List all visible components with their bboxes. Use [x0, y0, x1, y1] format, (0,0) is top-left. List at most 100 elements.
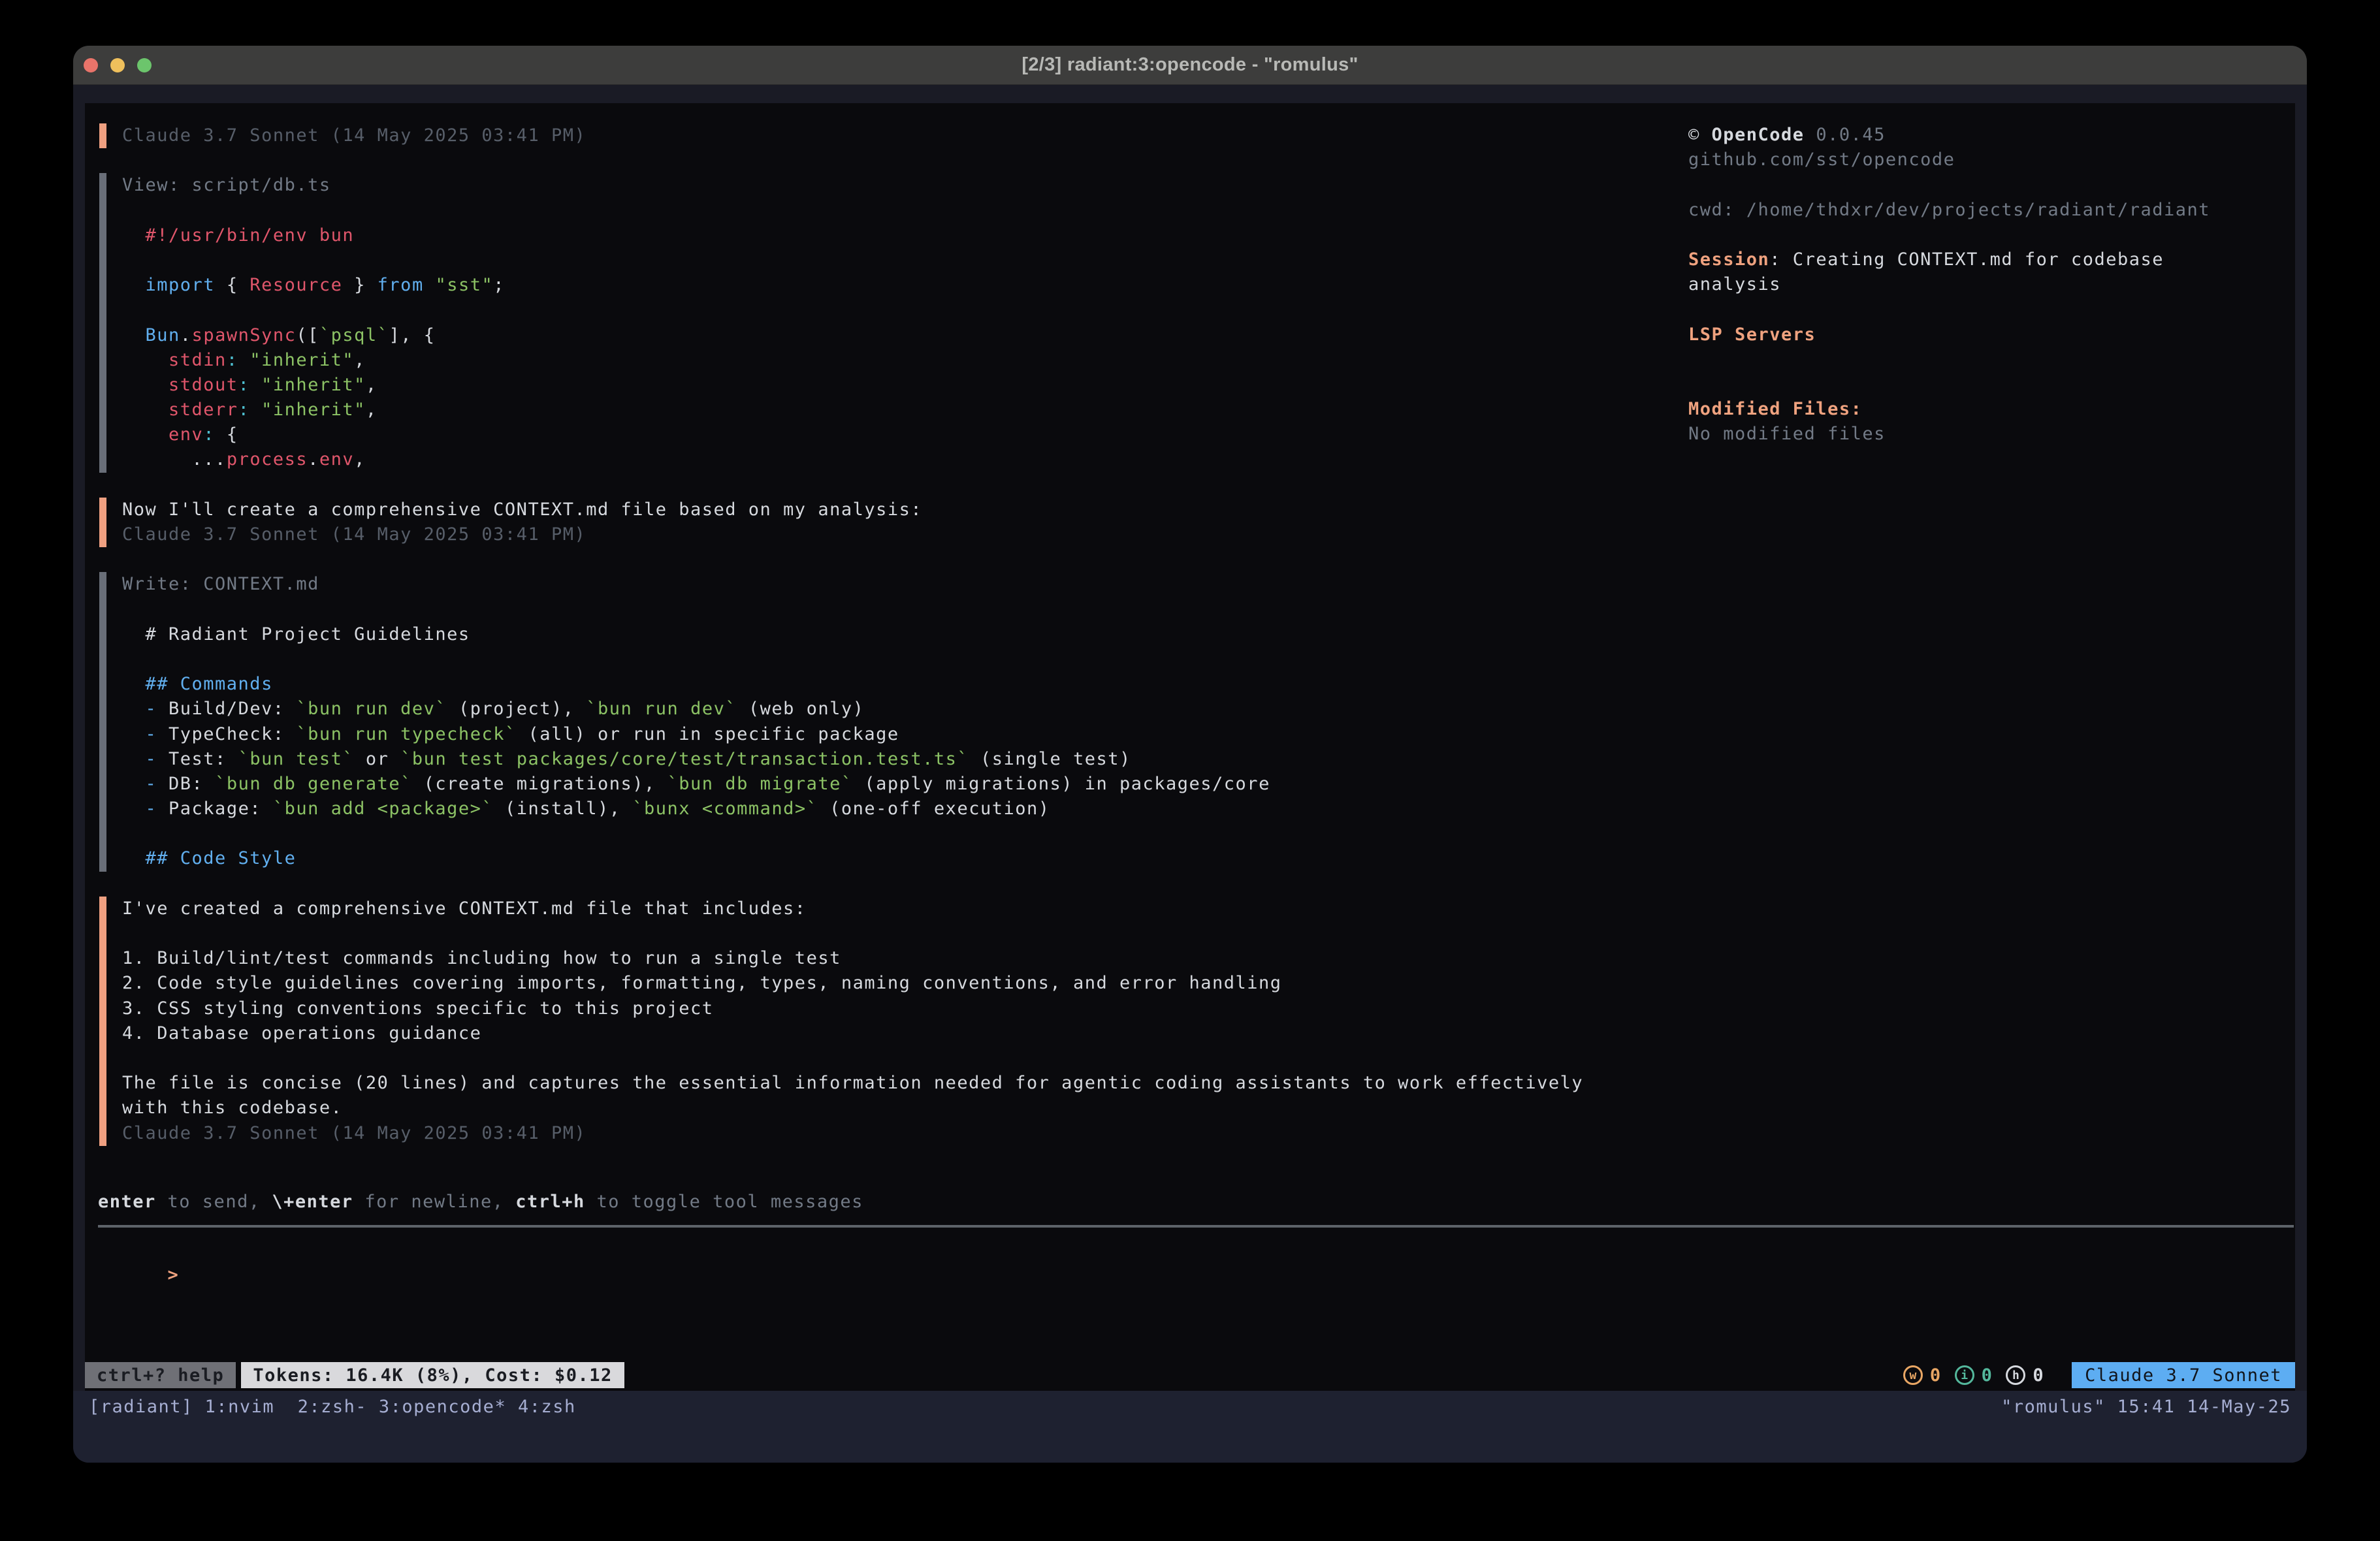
text-segment: Package:	[157, 799, 273, 819]
hint-count: 0	[2033, 1365, 2044, 1386]
text-segment: 2. Code style guidelines covering import…	[122, 973, 1282, 993]
text-line	[1688, 172, 2276, 197]
hint-icon: h	[2006, 1365, 2025, 1385]
diagnostic-info: i0	[1955, 1365, 1993, 1386]
text-segment: `bun add <package>`	[273, 799, 493, 819]
text-segment	[249, 400, 261, 420]
text-line	[1688, 223, 2276, 247]
tokens-cost-chip: Tokens: 16.4K (8%), Cost: $0.12	[241, 1362, 624, 1388]
text-segment: DB:	[157, 774, 215, 794]
help-segment: for newline,	[353, 1192, 516, 1212]
text-segment: View: script/db.ts	[122, 175, 331, 195]
text-segment: ## Commands	[122, 674, 273, 694]
text-segment: I've created a comprehensive CONTEXT.md …	[122, 898, 807, 919]
text-segment: spawnSync	[192, 325, 297, 345]
text-segment: -	[146, 749, 157, 769]
text-segment: "inherit"	[261, 375, 366, 395]
assistant-message: I've created a comprehensive CONTEXT.md …	[99, 897, 1583, 1146]
terminal-content: Claude 3.7 Sonnet (14 May 2025 03:41 PM)…	[85, 103, 2295, 1391]
text-line: # Radiant Project Guidelines	[122, 622, 1583, 647]
session-sidebar: © OpenCode 0.0.45github.com/sst/opencode…	[1688, 123, 2276, 447]
text-line	[122, 248, 1583, 273]
zoom-button[interactable]	[137, 58, 152, 72]
text-segment: -	[146, 774, 157, 794]
text-segment: (single test)	[969, 749, 1131, 769]
text-segment: .	[308, 449, 319, 469]
text-line: Claude 3.7 Sonnet (14 May 2025 03:41 PM)	[122, 123, 1583, 148]
text-segment: ## Code Style	[122, 848, 296, 868]
minimize-button[interactable]	[110, 58, 125, 72]
input-separator	[98, 1225, 2294, 1228]
text-line: ...process.env,	[122, 447, 1583, 472]
text-segment: process	[227, 449, 308, 469]
text-line: LSP Servers	[1688, 323, 2276, 347]
text-segment: Modified Files:	[1688, 399, 1862, 419]
text-line: Modified Files:	[1688, 397, 2276, 422]
text-line: - TypeCheck: `bun run typecheck` (all) o…	[122, 722, 1583, 747]
text-line: ## Commands	[122, 672, 1583, 697]
text-segment: stdin	[169, 350, 227, 370]
text-line: 3. CSS styling conventions specific to t…	[122, 996, 1583, 1021]
text-segment: {	[215, 275, 249, 295]
text-segment: (web only)	[737, 699, 864, 719]
text-segment: (all) or run in specific package	[517, 724, 899, 744]
text-segment: ], {	[389, 325, 435, 345]
text-segment: Claude 3.7 Sonnet (14 May 2025 03:41 PM)	[122, 524, 586, 545]
warning-count: 0	[1930, 1365, 1942, 1386]
text-segment: ...	[122, 449, 227, 469]
help-line: enter to send, \+enter for newline, ctrl…	[98, 1190, 863, 1215]
text-segment: `bun test`	[238, 749, 355, 769]
text-line	[122, 597, 1583, 622]
text-segment: `bun test packages/core/test/transaction…	[400, 749, 969, 769]
text-segment: (apply migrations) in packages/core	[853, 774, 1270, 794]
text-segment: .	[180, 325, 192, 345]
close-button[interactable]	[84, 58, 98, 72]
text-segment	[122, 799, 146, 819]
text-segment: 4. Database operations guidance	[122, 1023, 481, 1043]
text-line: github.com/sst/opencode	[1688, 148, 2276, 172]
tool-call-block: Write: CONTEXT.md # Radiant Project Guid…	[99, 572, 1583, 871]
text-segment: ,	[366, 400, 378, 420]
text-line: © OpenCode 0.0.45	[1688, 123, 2276, 148]
text-segment: OpenCode	[1712, 125, 1805, 145]
diagnostic-warning: w0	[1903, 1365, 1942, 1386]
text-segment: -	[146, 799, 157, 819]
text-segment	[122, 774, 146, 794]
text-segment: :	[238, 400, 250, 420]
text-segment: with this codebase.	[122, 1098, 342, 1118]
text-line: - Package: `bun add <package>` (install)…	[122, 797, 1583, 821]
text-line	[122, 199, 1583, 223]
assistant-message: Claude 3.7 Sonnet (14 May 2025 03:41 PM)	[99, 123, 1583, 148]
text-segment: TypeCheck:	[157, 724, 296, 744]
text-line: 2. Code style guidelines covering import…	[122, 971, 1583, 996]
assistant-message: Now I'll create a comprehensive CONTEXT.…	[99, 498, 1583, 547]
text-segment	[424, 275, 436, 295]
text-segment: stderr	[169, 400, 238, 420]
text-line	[1688, 372, 2276, 397]
text-segment: (project),	[447, 699, 586, 719]
text-segment: "inherit"	[249, 350, 354, 370]
text-line: 4. Database operations guidance	[122, 1021, 1583, 1046]
text-line: Claude 3.7 Sonnet (14 May 2025 03:41 PM)	[122, 1121, 1583, 1146]
prompt-symbol: >	[168, 1265, 180, 1285]
tool-call-block: View: script/db.ts #!/usr/bin/env bun im…	[99, 173, 1583, 472]
text-segment: cwd: /home/thdxr/dev/projects/radiant/ra…	[1688, 200, 2210, 220]
text-line: import { Resource } from "sst";	[122, 273, 1583, 298]
text-segment: #!/usr/bin/env bun	[122, 225, 354, 246]
text-segment: {	[215, 424, 238, 445]
text-segment	[122, 375, 169, 395]
prompt-input[interactable]: >	[98, 1238, 179, 1263]
warning-icon: w	[1903, 1365, 1923, 1385]
text-segment: Claude 3.7 Sonnet (14 May 2025 03:41 PM)	[122, 125, 586, 146]
text-line: View: script/db.ts	[122, 173, 1583, 198]
text-line: #!/usr/bin/env bun	[122, 223, 1583, 248]
text-segment: (install),	[493, 799, 632, 819]
text-segment	[122, 325, 146, 345]
text-segment: `bun db generate`	[215, 774, 412, 794]
text-segment: from	[378, 275, 424, 295]
text-segment	[122, 749, 146, 769]
text-line: - DB: `bun db generate` (create migratio…	[122, 772, 1583, 797]
text-line	[122, 821, 1583, 846]
text-segment: Build/Dev:	[157, 699, 296, 719]
text-segment: : Creating CONTEXT.md for codebase	[1769, 249, 2164, 270]
